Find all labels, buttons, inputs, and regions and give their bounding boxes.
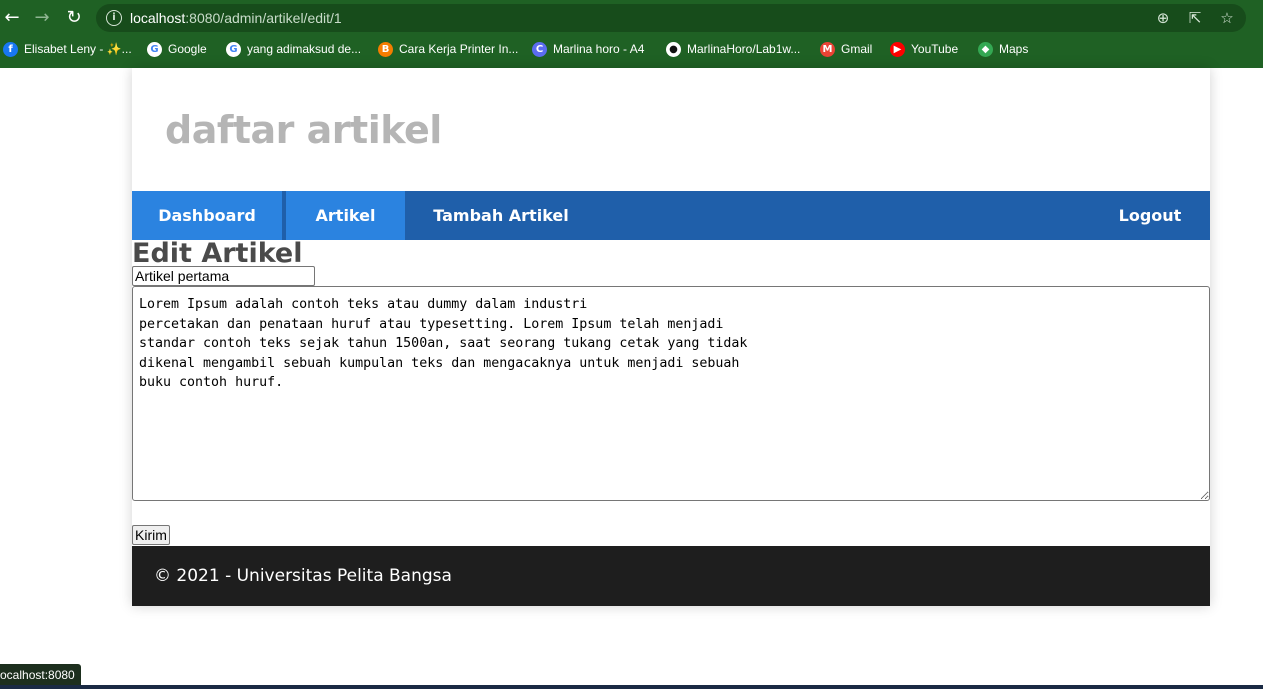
forward-icon[interactable]: →: [30, 6, 54, 30]
status-bar: ocalhost:8080: [0, 664, 81, 686]
bookmark-item[interactable]: ● MarlinaHoro/Lab1w...: [666, 39, 800, 59]
bookmark-label: YouTube: [911, 42, 959, 56]
google-icon: G: [226, 41, 241, 57]
isi-textarea[interactable]: Lorem Ipsum adalah contoh teks atau dumm…: [132, 286, 1210, 501]
url-host: localhost: [130, 10, 186, 26]
bookmarks-bar: f Elisabet Leny - ✨... G Google Gyang adimak…: [0, 37, 1263, 61]
bookmark-label: yang adimaksud de...: [247, 42, 362, 56]
site-info-icon[interactable]: i: [106, 10, 122, 26]
bookmark-label: Maps: [999, 42, 1029, 56]
gmail-icon: M: [820, 41, 835, 57]
nav-logout[interactable]: Logout: [1107, 191, 1193, 240]
browser-chrome: ← → ↻ i localhost:8080/admin/artikel/edi…: [0, 0, 1263, 68]
bookmark-item[interactable]: f Elisabet Leny - ✨...: [3, 39, 132, 59]
bookmark-label: Gmail: [841, 42, 873, 56]
site-title: daftar artikel: [165, 108, 442, 152]
bookmark-item[interactable]: ▶ YouTube: [890, 39, 958, 59]
url-text[interactable]: localhost:8080/admin/artikel/edit/1: [130, 10, 342, 26]
bookmark-item[interactable]: ◆ Maps: [978, 39, 1028, 59]
bookmark-label: Cara Kerja Printer In...: [399, 42, 519, 56]
nav-dashboard[interactable]: Dashboard: [132, 191, 282, 240]
bookmark-label: MarlinaHoro/Lab1w...: [687, 42, 801, 56]
taskbar-strip: [0, 685, 1263, 689]
bookmark-label: Elisabet Leny - ✨...: [24, 42, 132, 56]
judul-input[interactable]: [132, 266, 315, 286]
maps-icon: ◆: [978, 41, 993, 57]
address-bar[interactable]: i localhost:8080/admin/artikel/edit/1 ⊕ …: [96, 4, 1246, 32]
url-path: :8080/admin/artikel/edit/1: [185, 10, 342, 26]
facebook-icon: f: [3, 41, 18, 57]
zoom-icon[interactable]: ⊕: [1153, 8, 1173, 28]
youtube-icon: ▶: [890, 41, 905, 57]
kirim-button[interactable]: Kirim: [132, 525, 170, 545]
nav-tambah-artikel[interactable]: Tambah Artikel: [422, 191, 580, 240]
site-header: daftar artikel: [132, 68, 1210, 191]
bookmark-item[interactable]: G Google: [147, 39, 207, 59]
reload-icon[interactable]: ↻: [62, 6, 86, 30]
bookmark-star-icon[interactable]: ☆: [1217, 8, 1237, 28]
bookmark-label: Google: [168, 42, 207, 56]
back-icon[interactable]: ←: [0, 6, 24, 30]
page-container: daftar artikel Dashboard Artikel Tambah …: [132, 68, 1210, 606]
bookmark-label: Marlina horo - A4: [553, 42, 645, 56]
bookmark-item[interactable]: M Gmail: [820, 39, 872, 59]
bookmark-item[interactable]: C Marlina horo - A4: [532, 39, 644, 59]
site-footer: © 2021 - Universitas Pelita Bangsa: [132, 546, 1210, 606]
page-heading: Edit Artikel: [132, 238, 303, 269]
share-icon[interactable]: ⇱: [1185, 8, 1205, 28]
footer-copyright: © 2021 - Universitas Pelita Bangsa: [154, 566, 452, 586]
google-icon: G: [147, 41, 162, 57]
canva-icon: C: [532, 41, 547, 57]
address-row: ← → ↻ i localhost:8080/admin/artikel/edi…: [0, 0, 1263, 35]
bookmark-item[interactable]: Gyang adimaksud de...: [226, 39, 361, 59]
bookmark-item[interactable]: B Cara Kerja Printer In...: [378, 39, 518, 59]
blogger-icon: B: [378, 41, 393, 57]
github-icon: ●: [666, 41, 681, 57]
nav-artikel[interactable]: Artikel: [286, 191, 405, 240]
main-nav: Dashboard Artikel Tambah Artikel Logout: [132, 191, 1210, 240]
